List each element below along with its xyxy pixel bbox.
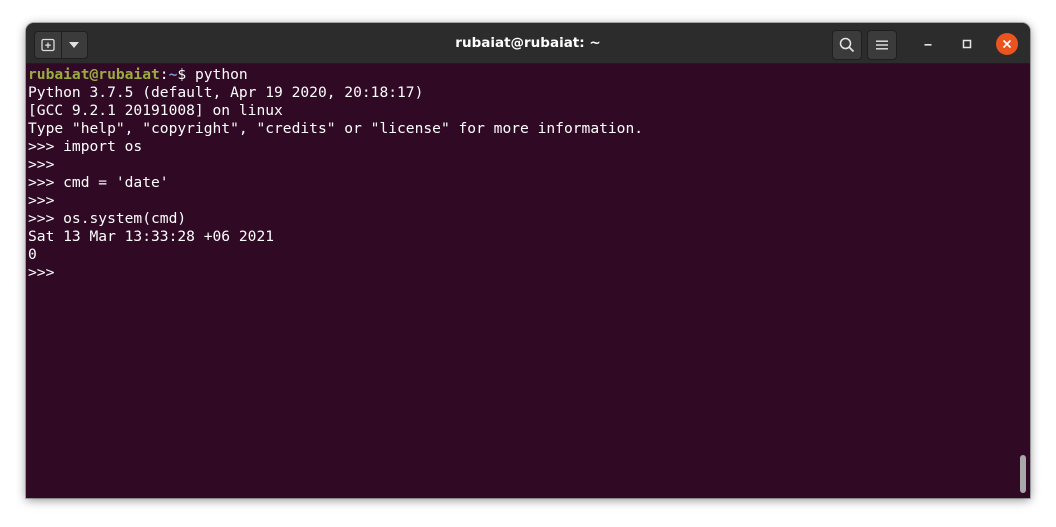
close-button[interactable]	[996, 33, 1018, 55]
terminal-line: >>>	[28, 192, 55, 209]
maximize-button[interactable]	[956, 33, 978, 55]
hamburger-menu-button[interactable]	[867, 30, 897, 60]
terminal-output[interactable]: rubaiat@rubaiat:~$ python Python 3.7.5 (d…	[28, 66, 1013, 494]
prompt-user-host: rubaiat@rubaiat	[28, 66, 160, 83]
prompt-command: python	[194, 66, 248, 83]
minimize-button[interactable]	[917, 33, 939, 55]
close-icon	[1002, 39, 1012, 49]
minimize-icon	[924, 44, 932, 46]
search-button[interactable]	[832, 30, 862, 60]
title-bar: rubaiat@rubaiat: ~	[26, 23, 1030, 64]
terminal-line: Type "help", "copyright", "credits" or "…	[28, 120, 644, 137]
prompt-line: rubaiat@rubaiat:~$ python	[28, 66, 1013, 84]
terminal-line: >>> os.system(cmd)	[28, 210, 187, 227]
vertical-scrollbar[interactable]	[1020, 455, 1026, 493]
terminal-window: rubaiat@rubaiat: ~ rubaiat@rubaiat:~$ py…	[26, 23, 1030, 498]
search-icon	[839, 37, 855, 53]
terminal-line: >>>	[28, 264, 55, 281]
prompt-separator: :	[159, 66, 169, 83]
terminal-line: Python 3.7.5 (default, Apr 19 2020, 20:1…	[28, 84, 424, 101]
maximize-icon	[962, 39, 972, 49]
terminal-line: >>>	[28, 156, 55, 173]
hamburger-menu-icon	[876, 40, 888, 50]
terminal-line: >>> import os	[28, 138, 143, 155]
terminal-line: 0	[28, 246, 37, 263]
terminal-line: >>> cmd = 'date'	[28, 174, 169, 191]
terminal-line: [GCC 9.2.1 20191008] on linux	[28, 102, 283, 119]
prompt-symbol: $	[177, 66, 195, 83]
terminal-line: Sat 13 Mar 13:33:28 +06 2021	[28, 228, 275, 245]
